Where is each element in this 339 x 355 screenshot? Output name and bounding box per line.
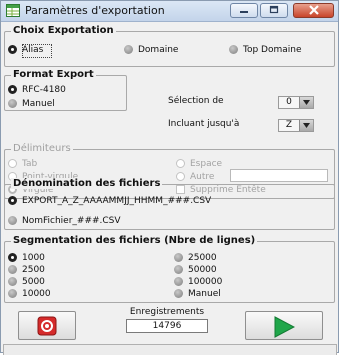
radio-indicator bbox=[8, 99, 17, 108]
radio-indicator bbox=[8, 216, 17, 225]
format-export-group: Format Export RFC-4180 Manuel bbox=[4, 69, 127, 111]
close-button[interactable] bbox=[293, 3, 334, 18]
maximize-button[interactable] bbox=[260, 3, 288, 18]
incluant-value: Z bbox=[285, 120, 293, 130]
choix-exportation-group: Choix Exportation Alias Domaine Top Doma… bbox=[4, 25, 335, 67]
radio-indicator-selected bbox=[8, 45, 17, 54]
radio-indicator bbox=[124, 45, 133, 54]
radio-indicator-selected bbox=[8, 196, 17, 205]
denomination-legend: Dénomination des fichiers bbox=[11, 178, 163, 189]
stop-power-icon bbox=[37, 316, 57, 336]
radio-top-domaine-label: Top Domaine bbox=[243, 45, 302, 55]
radio-indicator bbox=[174, 277, 183, 286]
radio-filename-custom-label: NomFichier_###.CSV bbox=[22, 216, 121, 226]
stop-button[interactable] bbox=[18, 311, 76, 340]
play-icon bbox=[274, 316, 295, 338]
radio-seg-1000-label: 1000 bbox=[22, 253, 45, 263]
enregistrements-label: Enregistrements bbox=[129, 307, 205, 317]
radio-alias-label: Alias bbox=[22, 45, 44, 55]
radio-seg-25000-label: 25000 bbox=[188, 253, 217, 263]
radio-indicator bbox=[8, 277, 17, 286]
radio-indicator-disabled bbox=[8, 159, 17, 168]
close-icon bbox=[308, 5, 319, 15]
radio-seg-100000-label: 100000 bbox=[188, 277, 223, 287]
radio-seg-5000-label: 5000 bbox=[22, 277, 45, 287]
status-bar bbox=[3, 344, 337, 355]
incluant-label: Incluant jusqu'à bbox=[168, 119, 240, 129]
radio-indicator bbox=[174, 253, 183, 262]
denomination-group: Dénomination des fichiers EXPORT_A_Z_AAA… bbox=[4, 178, 335, 230]
minimize-button[interactable] bbox=[230, 3, 258, 18]
choix-exportation-legend: Choix Exportation bbox=[11, 25, 116, 36]
autre-delimiter-input[interactable] bbox=[230, 169, 328, 182]
radio-indicator bbox=[8, 265, 17, 274]
segmentation-legend: Segmentation des fichiers (Nbre de ligne… bbox=[11, 235, 258, 246]
incluant-dropdown-button[interactable] bbox=[299, 120, 313, 131]
export-settings-window: Paramètres d'exportation Choix Exportati… bbox=[0, 0, 339, 355]
format-export-legend: Format Export bbox=[11, 69, 96, 80]
incluant-combo[interactable]: Z bbox=[278, 119, 314, 132]
radio-seg-2500-label: 2500 bbox=[22, 265, 45, 275]
radio-manuel-label: Manuel bbox=[22, 99, 55, 109]
radio-indicator bbox=[174, 265, 183, 274]
selection-dropdown-button[interactable] bbox=[299, 97, 313, 108]
radio-indicator-selected bbox=[8, 253, 17, 262]
delimiteurs-legend: Délimiteurs bbox=[11, 143, 73, 154]
selection-value: 0 bbox=[286, 97, 292, 107]
radio-filename-auto-label: EXPORT_A_Z_AAAAMMJJ_HHMM_###.CSV bbox=[22, 196, 212, 206]
enregistrements-count: 14796 bbox=[126, 319, 208, 333]
chevron-down-icon bbox=[303, 100, 310, 105]
chevron-down-icon bbox=[303, 123, 310, 128]
selection-combo[interactable]: 0 bbox=[278, 96, 314, 109]
radio-indicator bbox=[174, 289, 183, 298]
selection-label: Sélection de bbox=[168, 96, 224, 106]
radio-rfc-4180-label: RFC-4180 bbox=[22, 85, 66, 95]
radio-domaine-label: Domaine bbox=[138, 45, 179, 55]
radio-tab-label: Tab bbox=[22, 159, 38, 169]
title-bar[interactable]: Paramètres d'exportation bbox=[1, 1, 338, 22]
spreadsheet-export-icon bbox=[6, 4, 20, 17]
radio-seg-manuel-label: Manuel bbox=[188, 289, 221, 299]
start-export-button[interactable] bbox=[245, 311, 323, 340]
radio-indicator-selected bbox=[8, 85, 17, 94]
radio-espace-label: Espace bbox=[190, 159, 223, 169]
radio-autre-label: Autre bbox=[190, 172, 215, 182]
radio-seg-10000-label: 10000 bbox=[22, 289, 51, 299]
segmentation-group: Segmentation des fichiers (Nbre de ligne… bbox=[4, 235, 335, 303]
radio-indicator bbox=[229, 45, 238, 54]
window-title: Paramètres d'exportation bbox=[25, 4, 165, 17]
radio-indicator bbox=[8, 289, 17, 298]
radio-seg-50000-label: 50000 bbox=[188, 265, 217, 275]
maximize-icon bbox=[269, 5, 279, 14]
minimize-icon bbox=[240, 11, 248, 13]
radio-indicator-disabled bbox=[176, 159, 185, 168]
radio-indicator-disabled bbox=[176, 172, 185, 181]
